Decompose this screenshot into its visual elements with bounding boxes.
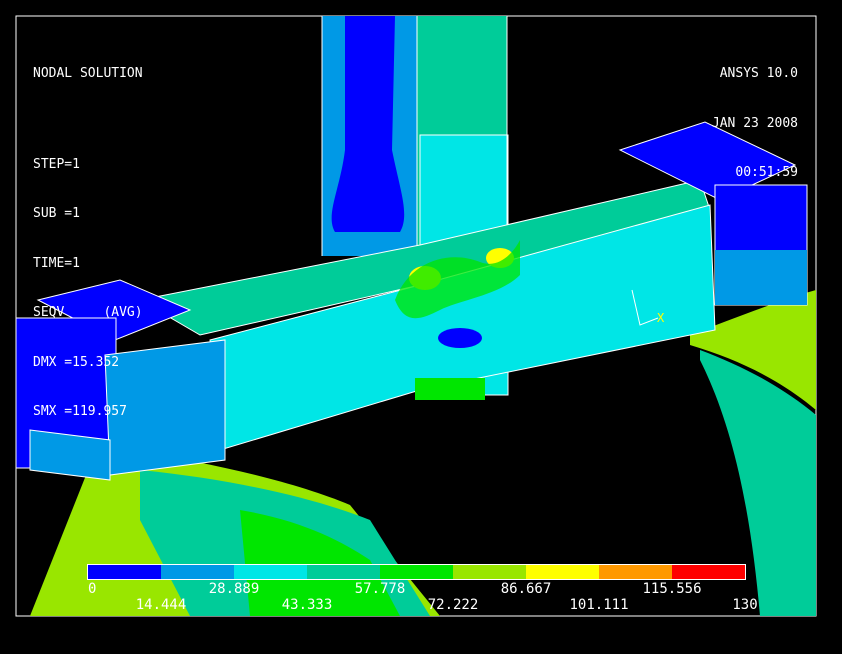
legend-band-3 bbox=[307, 565, 380, 579]
legend-label-7: 101.111 bbox=[569, 597, 629, 613]
legend-label-3: 43.333 bbox=[281, 597, 333, 613]
legend-label-6: 86.667 bbox=[500, 581, 552, 597]
solution-info: NODAL SOLUTION STEP=1 SUB =1 TIME=1 SEQV… bbox=[33, 33, 143, 437]
legend-band-1 bbox=[161, 565, 234, 579]
legend-label-2: 28.889 bbox=[208, 581, 260, 597]
legend-label-5: 72.222 bbox=[427, 597, 479, 613]
legend-band-6 bbox=[526, 565, 599, 579]
solution-result-item: SEQV (AVG) bbox=[33, 305, 143, 320]
legend-band-2 bbox=[234, 565, 307, 579]
ansys-date: JAN 23 2008 bbox=[711, 115, 798, 131]
legend-label-8: 115.556 bbox=[642, 581, 702, 597]
beam-bottom-strip bbox=[415, 378, 485, 400]
solution-smx: SMX =119.957 bbox=[33, 404, 127, 419]
solution-dmx: DMX =15.352 bbox=[33, 354, 120, 370]
legend-label-1: 14.444 bbox=[135, 597, 187, 613]
right-block-lower bbox=[715, 250, 807, 305]
solution-substep: SUB =1 bbox=[33, 206, 80, 221]
ansys-stamp: ANSYS 10.0 JAN 23 2008 00:51:59 bbox=[712, 33, 798, 198]
triad-x-label: X bbox=[657, 311, 665, 325]
legend-band-8 bbox=[672, 565, 745, 579]
legend-band-4 bbox=[380, 565, 453, 579]
legend-band-0 bbox=[88, 565, 161, 579]
legend-band-5 bbox=[453, 565, 526, 579]
legend-label-0: 0 bbox=[88, 581, 97, 597]
legend-label-9: 130 bbox=[732, 597, 758, 613]
stress-hotspot-blue bbox=[438, 328, 482, 348]
ansys-time: 00:51:59 bbox=[735, 165, 798, 180]
legend-label-4: 57.778 bbox=[354, 581, 406, 597]
legend-band-7 bbox=[599, 565, 672, 579]
solution-step: STEP=1 bbox=[33, 156, 80, 172]
contour-legend-bar bbox=[87, 564, 746, 580]
ansys-version: ANSYS 10.0 bbox=[719, 66, 798, 81]
solution-title: NODAL SOLUTION bbox=[33, 66, 143, 81]
solution-time: TIME=1 bbox=[33, 255, 80, 271]
